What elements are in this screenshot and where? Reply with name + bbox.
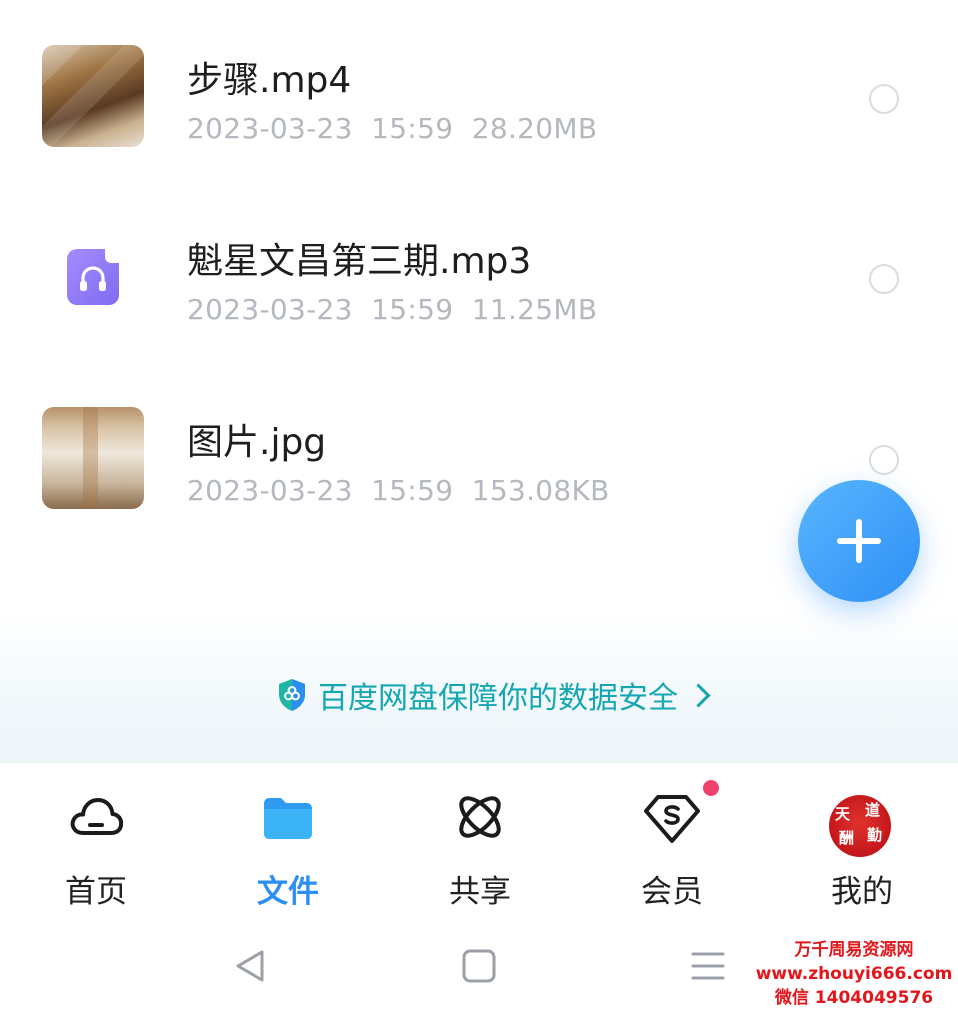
tab-label: 我的 (831, 874, 893, 910)
select-radio[interactable] (869, 264, 899, 294)
watermark-line: 微信 1404049576 (774, 988, 934, 1008)
audio-file-icon (67, 249, 119, 305)
tab-label: 共享 (449, 874, 511, 910)
notification-badge (703, 780, 719, 796)
file-meta: 2023-03-23 15:59 153.08KB (187, 474, 610, 507)
image-thumbnail (42, 407, 144, 509)
chevron-right-icon (686, 682, 711, 708)
tab-files[interactable]: 文件 (192, 763, 384, 928)
video-thumbnail (42, 45, 144, 147)
file-name: 魁星文昌第三期.mp3 (187, 241, 532, 282)
tab-label: 首页 (65, 874, 127, 910)
folder-icon (264, 798, 312, 839)
file-date: 2023-03-23 (187, 293, 353, 326)
avatar-char: 道 (865, 801, 881, 819)
file-time: 15:59 (371, 474, 454, 507)
security-banner[interactable]: 百度网盘保障你的数据安全 (276, 675, 711, 716)
shield-icon (279, 679, 305, 711)
file-name: 图片.jpg (187, 422, 327, 463)
cloud-icon (70, 798, 124, 835)
add-button[interactable] (798, 480, 920, 602)
avatar-char: 酬 (839, 829, 855, 847)
headphones-icon (80, 266, 106, 291)
file-time: 15:59 (371, 293, 454, 326)
watermark-line: www.zhouyi666.com (755, 964, 953, 984)
file-size: 11.25MB (471, 293, 598, 326)
file-date: 2023-03-23 (187, 474, 353, 507)
watermark: 万千周易资源网 www.zhouyi666.com 微信 1404049576 (754, 938, 954, 1010)
select-radio[interactable] (869, 84, 899, 114)
tab-share[interactable]: 共享 (384, 763, 576, 928)
back-icon[interactable] (230, 946, 270, 986)
tab-vip[interactable]: 会员 (576, 763, 768, 928)
file-size: 28.20MB (471, 112, 598, 145)
vip-diamond-icon (644, 795, 700, 843)
orbit-icon (459, 796, 501, 838)
watermark-line: 万千周易资源网 (794, 940, 914, 960)
file-row[interactable]: 魁星文昌第三期.mp3 2023-03-23 15:59 11.25MB (0, 198, 958, 358)
tab-label: 会员 (641, 874, 703, 910)
security-text: 百度网盘保障你的数据安全 (318, 681, 678, 716)
select-radio[interactable] (869, 445, 899, 475)
tab-label: 文件 (257, 874, 319, 910)
menu-icon[interactable] (688, 946, 728, 986)
file-date: 2023-03-23 (187, 112, 353, 145)
avatar[interactable]: 天 道 酬 勤 (829, 795, 891, 857)
file-meta: 2023-03-23 15:59 11.25MB (187, 293, 597, 326)
bottom-tab-bar: 首页 文件 共享 会员 我的 (0, 762, 958, 928)
home-icon[interactable] (459, 946, 499, 986)
file-size: 153.08KB (471, 474, 610, 507)
file-row[interactable]: 步骤.mp4 2023-03-23 15:59 28.20MB (0, 17, 958, 177)
file-name: 步骤.mp4 (187, 60, 352, 101)
file-meta: 2023-03-23 15:59 28.20MB (187, 112, 597, 145)
avatar-char: 天 (835, 805, 851, 823)
file-time: 15:59 (371, 112, 454, 145)
avatar-char: 勤 (867, 826, 883, 844)
tab-home[interactable]: 首页 (0, 763, 192, 928)
